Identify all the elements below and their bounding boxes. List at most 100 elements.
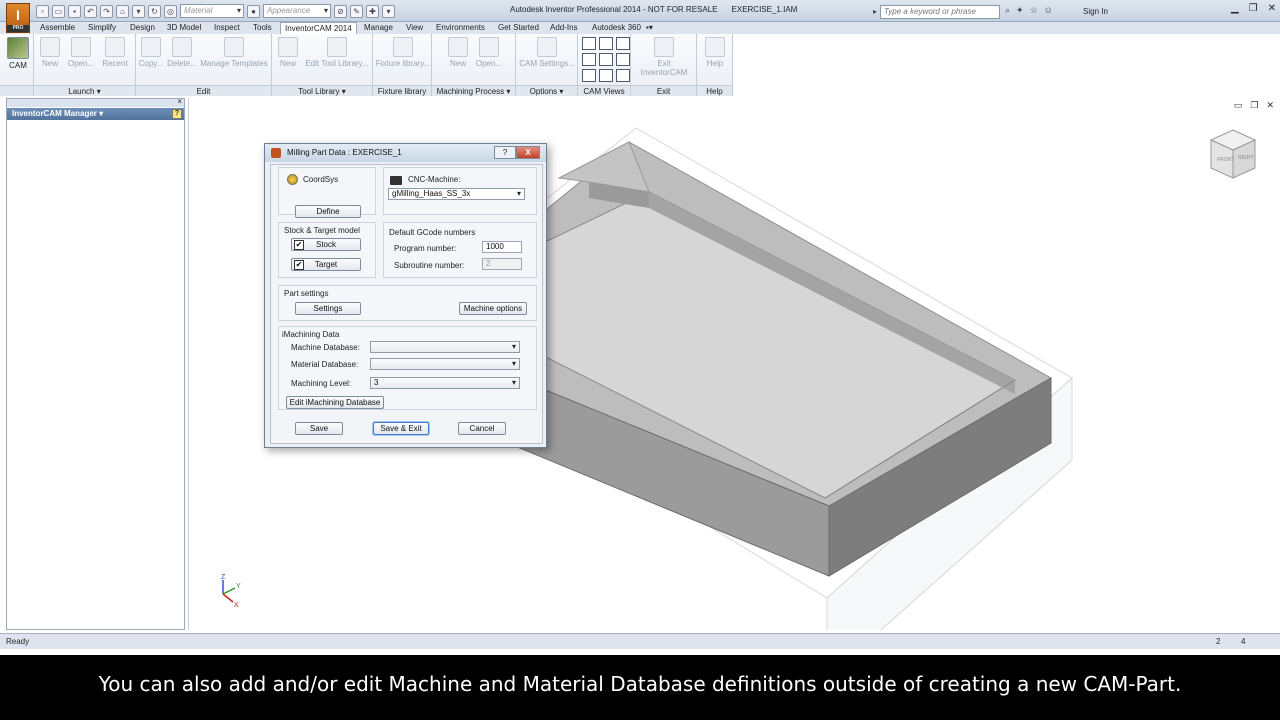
open-folder-icon[interactable]: ▭ <box>52 4 65 18</box>
redo-icon[interactable]: ↷ <box>100 4 113 18</box>
browser-help-icon[interactable]: ? <box>172 109 182 119</box>
tab-view[interactable]: View <box>402 22 427 34</box>
cam-button[interactable]: CAM <box>6 37 30 70</box>
tool-library-new-button[interactable]: New <box>276 37 300 68</box>
measure-icon[interactable]: ✚ <box>366 4 379 18</box>
inventorcam-manager-header[interactable]: InventorCAM Manager ▾ ? <box>7 108 184 120</box>
machining-level-select[interactable]: 3 <box>370 377 520 389</box>
tab-simplify[interactable]: Simplify <box>84 22 120 34</box>
select-icon[interactable]: ▾ <box>132 4 145 18</box>
view-iso-icon[interactable] <box>582 37 596 50</box>
machining-level-label: Machining Level: <box>291 379 352 388</box>
program-number-input[interactable]: 1000 <box>482 241 522 253</box>
application-menu-button[interactable]: I PRO <box>6 3 30 33</box>
subroutine-number-input[interactable]: 2 <box>482 258 522 270</box>
panel-options-label[interactable]: Options ▾ <box>516 85 577 96</box>
inventor-window: IPRO ▫ ▭ ▪ ↶ ↷ ⌂ ▾ ↻ ◎ Material ● Appear… <box>0 0 1280 655</box>
save-icon[interactable]: ▪ <box>68 4 81 18</box>
coordsys-label: CoordSys <box>303 175 339 184</box>
home-icon[interactable]: ⌂ <box>116 4 129 18</box>
panel-close-icon[interactable]: × <box>177 97 182 106</box>
cnc-machine-select[interactable]: gMilling_Haas_SS_3x <box>388 188 525 200</box>
panel-tool-library-label[interactable]: Tool Library ▾ <box>272 85 372 96</box>
view-back-icon[interactable] <box>599 69 613 82</box>
view-shaded-icon[interactable] <box>616 53 630 66</box>
view-right-icon[interactable] <box>599 53 613 66</box>
view-wire-icon[interactable] <box>616 69 630 82</box>
viewcube[interactable]: FRONT RIGHT <box>1209 128 1257 180</box>
material-database-select[interactable] <box>370 358 520 370</box>
tab-design[interactable]: Design <box>126 22 159 34</box>
tab-autodesk-360[interactable]: Autodesk 360 <box>588 22 645 34</box>
cam-settings-button[interactable]: CAM Settings... <box>518 37 576 68</box>
help-button[interactable]: Help <box>703 37 727 68</box>
edit-imachining-database-button[interactable]: Edit iMachining Database <box>286 396 384 409</box>
subscription-icon[interactable]: ✦ <box>1016 5 1024 16</box>
define-button[interactable]: Define <box>295 205 361 218</box>
settings-button[interactable]: Settings <box>295 302 361 315</box>
view-solid-icon[interactable] <box>616 37 630 50</box>
properties-icon[interactable]: ◎ <box>164 4 177 18</box>
launch-new-button[interactable]: New <box>38 37 62 68</box>
save-and-exit-button[interactable]: Save & Exit <box>373 422 429 435</box>
machine-database-select[interactable] <box>370 341 520 353</box>
material-combo[interactable]: Material <box>180 4 244 18</box>
tab-inspect[interactable]: Inspect <box>210 22 244 34</box>
machining-process-new-button[interactable]: New <box>446 37 470 68</box>
clear-override-icon[interactable]: ⊘ <box>334 4 347 18</box>
delete-button[interactable]: Delete... <box>166 37 198 68</box>
cnc-machine-label: CNC-Machine: <box>408 175 461 184</box>
tab-3d-model[interactable]: 3D Model <box>163 22 205 34</box>
dialog-help-button[interactable]: ? <box>494 146 516 159</box>
exit-inventorcam-button[interactable]: Exit InventorCAM <box>633 37 695 77</box>
customize-qat-icon[interactable]: ▾ <box>382 4 395 18</box>
imachining-group: iMachining Data Machine Database: Materi… <box>278 326 537 410</box>
target-checkbox[interactable]: ✔ <box>294 260 304 270</box>
tab-get-started[interactable]: Get Started <box>494 22 543 34</box>
help-search-input[interactable]: Type a keyword or phrase <box>873 5 1000 19</box>
fixture-library-button[interactable]: Fixture library... <box>375 37 431 68</box>
stock-checkbox[interactable]: ✔ <box>294 240 304 250</box>
tab-tools[interactable]: Tools <box>249 22 276 34</box>
restore-icon[interactable]: ❐ <box>1249 3 1258 14</box>
tab-add-ins[interactable]: Add-Ins <box>546 22 582 34</box>
panel-machining-label[interactable]: Machining Process ▾ <box>432 85 515 96</box>
cancel-button[interactable]: Cancel <box>458 422 506 435</box>
machine-options-button[interactable]: Machine options <box>459 302 527 315</box>
edit-tool-library-button[interactable]: Edit Tool Library... <box>304 37 370 68</box>
ribbon-options-icon[interactable]: ▪▾ <box>642 22 657 34</box>
target-button[interactable]: ✔ Target <box>291 258 361 271</box>
svg-text:Y: Y <box>236 583 241 590</box>
close-icon[interactable]: ✕ <box>1268 3 1276 14</box>
undo-icon[interactable]: ↶ <box>84 4 97 18</box>
tab-assemble[interactable]: Assemble <box>36 22 79 34</box>
update-icon[interactable]: ↻ <box>148 4 161 18</box>
panel-launch: New Open... Recent Launch ▾ <box>34 34 136 96</box>
stock-button[interactable]: ✔ Stock <box>291 238 361 251</box>
panel-tool-library: New Edit Tool Library... Tool Library ▾ <box>272 34 373 96</box>
machining-process-open-button[interactable]: Open... <box>474 37 504 68</box>
minimize-icon[interactable]: ▁ <box>1231 3 1239 14</box>
launch-open-button[interactable]: Open... <box>66 37 96 68</box>
tab-manage[interactable]: Manage <box>360 22 397 34</box>
adjust-icon[interactable]: ✎ <box>350 4 363 18</box>
view-left-icon[interactable] <box>582 69 596 82</box>
user-icon[interactable]: ☺ <box>1044 5 1053 16</box>
new-file-icon[interactable]: ▫ <box>36 4 49 18</box>
launch-recent-button[interactable]: Recent <box>100 37 130 68</box>
appearance-combo[interactable]: Appearance <box>263 4 331 18</box>
star-icon[interactable]: ☆ <box>1030 5 1038 16</box>
sign-in-link[interactable]: Sign In <box>1083 7 1108 16</box>
dialog-close-button[interactable]: X <box>516 146 540 159</box>
tab-inventorcam[interactable]: InventorCAM 2014 <box>280 22 357 34</box>
tab-environments[interactable]: Environments <box>432 22 489 34</box>
view-front-icon[interactable] <box>599 37 613 50</box>
ribbon: CAM New Open... Recent Launch ▾ Copy... … <box>0 34 733 96</box>
view-top-icon[interactable] <box>582 53 596 66</box>
binoculars-icon[interactable]: ⌕ <box>1005 5 1010 16</box>
manage-templates-button[interactable]: Manage Templates <box>200 37 268 68</box>
copy-button[interactable]: Copy... <box>138 37 164 68</box>
save-button[interactable]: Save <box>295 422 343 435</box>
dialog-title-bar[interactable]: Milling Part Data : EXERCISE_1 ? X <box>265 144 546 162</box>
panel-launch-label[interactable]: Launch ▾ <box>34 85 135 96</box>
